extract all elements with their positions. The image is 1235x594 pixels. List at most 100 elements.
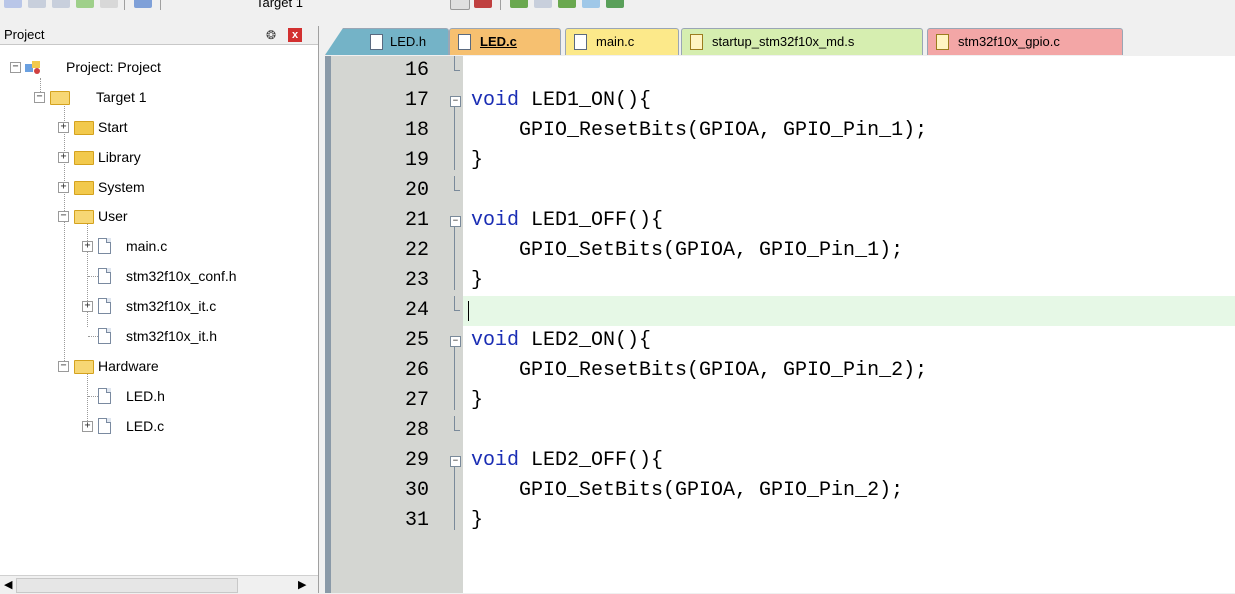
tree-group-system[interactable]: + System <box>0 176 318 198</box>
close-pane-icon[interactable]: x <box>288 28 302 42</box>
code-line[interactable]: 24 <box>405 296 1235 326</box>
line-number: 22 <box>404 239 429 262</box>
select-software-packs-icon[interactable] <box>582 0 600 8</box>
tab-led-c[interactable]: LED.c <box>449 28 561 55</box>
project-pane-header: Project ❂ x <box>0 26 318 45</box>
tree-file-led-c[interactable]: + LED.c <box>0 415 318 437</box>
tab-gpio-c[interactable]: stm32f10x_gpio.c <box>927 28 1123 55</box>
code-line[interactable]: 29 void LED2_OFF(){− <box>405 446 1235 476</box>
code-line[interactable]: 21 void LED1_OFF(){− <box>405 206 1235 236</box>
tree-label: Hardware <box>98 358 159 374</box>
code-line[interactable]: 16 <box>405 56 1235 86</box>
expand-icon[interactable]: + <box>82 421 93 432</box>
tree-file-stm32f10x-conf-h[interactable]: stm32f10x_conf.h <box>0 265 318 287</box>
tree-group-user[interactable]: − User <box>0 205 318 227</box>
scroll-left-icon[interactable]: ◀ <box>4 578 12 591</box>
collapse-icon[interactable]: − <box>58 211 69 222</box>
code-content: GPIO_ResetBits(GPIOA, GPIO_Pin_1); <box>471 119 928 142</box>
tree-line <box>88 336 98 337</box>
build-icon[interactable] <box>52 0 70 8</box>
code-line[interactable]: 26 GPIO_ResetBits(GPIOA, GPIO_Pin_2); <box>405 356 1235 386</box>
code-line[interactable]: 30 GPIO_SetBits(GPIOA, GPIO_Pin_2); <box>405 476 1235 506</box>
tree-line <box>88 276 98 277</box>
fold-collapse-icon[interactable]: − <box>450 456 461 467</box>
folder-icon <box>74 121 94 135</box>
fold-line <box>454 236 455 266</box>
expand-icon[interactable]: + <box>82 241 93 252</box>
collapse-icon[interactable]: − <box>10 62 21 73</box>
code-line[interactable]: 18 GPIO_ResetBits(GPIOA, GPIO_Pin_1); <box>405 116 1235 146</box>
fold-line <box>454 266 455 290</box>
line-number: 19 <box>404 149 429 172</box>
folder-icon <box>74 151 94 165</box>
keyword: void <box>471 449 520 472</box>
tree-target[interactable]: − Target 1 <box>0 86 318 108</box>
batch-build-icon[interactable] <box>4 0 22 8</box>
code-text: } <box>471 506 483 536</box>
rebuild-icon[interactable] <box>28 0 46 8</box>
expand-icon[interactable]: + <box>58 182 69 193</box>
tab-led-h[interactable]: LED.h <box>325 28 449 55</box>
line-number: 26 <box>404 359 429 382</box>
file-extensions-icon[interactable] <box>534 0 552 8</box>
line-number: 18 <box>404 119 429 142</box>
line-number: 24 <box>404 299 429 322</box>
pin-icon[interactable]: ❂ <box>266 27 276 43</box>
expand-icon[interactable]: + <box>58 122 69 133</box>
line-number: 27 <box>404 389 429 412</box>
tree-file-main-c[interactable]: + main.c <box>0 235 318 257</box>
tab-startup-s[interactable]: startup_stm32f10x_md.s <box>681 28 923 55</box>
tree-group-start[interactable]: + Start <box>0 116 318 138</box>
target-select[interactable]: Target 1 <box>250 0 446 12</box>
tab-main-c[interactable]: main.c <box>565 28 679 55</box>
code-line[interactable]: 23} <box>405 266 1235 296</box>
tree-file-stm32f10x-it-c[interactable]: + stm32f10x_it.c <box>0 295 318 317</box>
key-file-icon <box>936 34 949 50</box>
tree-group-hardware[interactable]: − Hardware <box>0 355 318 377</box>
code-content: LED2_ON(){ <box>519 329 652 352</box>
file-icon <box>98 298 111 314</box>
code-text: void LED2_OFF(){ <box>471 446 663 476</box>
code-line[interactable]: 20 <box>405 176 1235 206</box>
code-text: } <box>471 146 483 176</box>
code-area[interactable]: 16 17 void LED1_ON(){−18 GPIO_ResetBits(GP… <box>405 56 1235 593</box>
tree-file-stm32f10x-it-h[interactable]: stm32f10x_it.h <box>0 325 318 347</box>
code-line[interactable]: 28 <box>405 416 1235 446</box>
tree-label: stm32f10x_it.h <box>126 328 218 344</box>
scrollbar-thumb[interactable] <box>16 578 238 593</box>
toolbar-separator <box>124 0 125 10</box>
code-line[interactable]: 22 GPIO_SetBits(GPIOA, GPIO_Pin_1); <box>405 236 1235 266</box>
fold-collapse-icon[interactable]: − <box>450 216 461 227</box>
tree-file-led-h[interactable]: LED.h <box>0 385 318 407</box>
collapse-icon[interactable]: − <box>34 92 45 103</box>
target-settings-icon[interactable] <box>474 0 492 8</box>
scroll-right-icon[interactable]: ▶ <box>298 578 306 591</box>
code-line[interactable]: 25 void LED2_ON(){− <box>405 326 1235 356</box>
code-line[interactable]: 31} <box>405 506 1235 536</box>
fold-collapse-icon[interactable]: − <box>450 96 461 107</box>
code-line[interactable]: 27} <box>405 386 1235 416</box>
code-content: LED2_OFF(){ <box>519 449 664 472</box>
horizontal-scrollbar[interactable]: ◀ ▶ <box>0 575 318 594</box>
toolbar-separator <box>500 0 501 10</box>
tree-group-library[interactable]: + Library <box>0 146 318 168</box>
tree-project-root[interactable]: − Project: Project <box>0 56 318 78</box>
load-icon[interactable] <box>134 0 152 8</box>
manage-run-time-icon[interactable] <box>606 0 624 8</box>
line-number: 16 <box>404 59 429 82</box>
manage-project-icon[interactable] <box>510 0 528 8</box>
expand-icon[interactable]: + <box>58 152 69 163</box>
line-number: 31 <box>404 509 429 532</box>
code-line[interactable]: 17 void LED1_ON(){− <box>405 86 1235 116</box>
fold-collapse-icon[interactable]: − <box>450 336 461 347</box>
target-options-icon[interactable] <box>450 0 470 10</box>
file-icon <box>370 34 383 50</box>
stop-build-icon[interactable] <box>100 0 118 8</box>
code-editor[interactable]: 16 17 void LED1_ON(){−18 GPIO_ResetBits(GP… <box>325 56 1235 593</box>
code-content: LED1_ON(){ <box>519 89 652 112</box>
expand-icon[interactable]: + <box>82 301 93 312</box>
collapse-icon[interactable]: − <box>58 361 69 372</box>
pack-installer-icon[interactable] <box>558 0 576 8</box>
download-icon[interactable] <box>76 0 94 8</box>
code-line[interactable]: 19} <box>405 146 1235 176</box>
